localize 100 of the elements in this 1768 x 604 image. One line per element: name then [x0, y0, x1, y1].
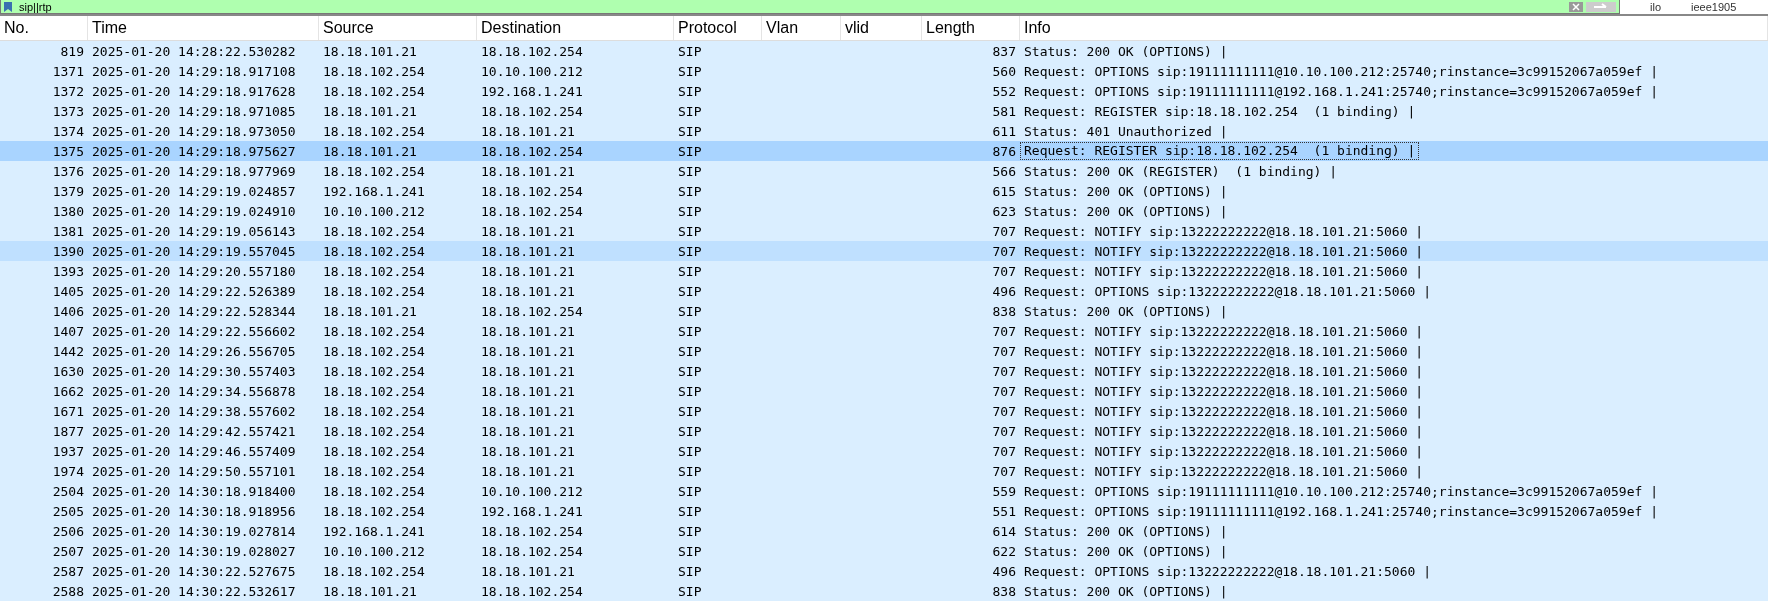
packet-row[interactable]: 1671 2025-01-20 14:29:38.557602 18.18.102.254 18.18.101.21 SIP 707 Request: NOTIFY sip:13222222222@18.18.101.21:5060 | — [0, 401, 1768, 421]
table-cell-text: 1877 — [51, 423, 85, 439]
packet-row[interactable]: 1405 2025-01-20 14:29:22.526389 18.18.102.254 18.18.101.21 SIP 496 Request: OPTIONS sip:13222222222@18.18.101.21:5060 | — [0, 281, 1768, 301]
display-filter-field[interactable]: sip||rtp — [0, 0, 1620, 14]
column-header[interactable]: Info — [1020, 16, 1768, 40]
table-cell-text: 192.168.1.241 — [480, 503, 584, 519]
table-cell-text: Status: 401 Unauthorized | — [1023, 123, 1229, 139]
table-cell-text: 1374 — [51, 123, 85, 139]
table-cell-text: 1375 — [51, 143, 85, 159]
table-cell-text: Request: NOTIFY sip:13222222222@18.18.101.21:5060 | — [1023, 403, 1425, 419]
table-cell-text: 10.10.100.212 — [480, 483, 584, 499]
packet-row[interactable]: 1371 2025-01-20 14:29:18.917108 18.18.102.254 10.10.100.212 SIP 560 Request: OPTIONS sip:19111111111@10.10.100.212:25740;rinstance=3c99152067a059ef | — [0, 61, 1768, 81]
packet-row[interactable]: 2587 2025-01-20 14:30:22.527675 18.18.102.254 18.18.101.21 SIP 496 Request: OPTIONS sip:13222222222@18.18.101.21:5060 | — [0, 561, 1768, 581]
table-cell-text: SIP — [677, 143, 703, 159]
table-cell-text: 2025-01-20 14:29:19.557045 — [91, 243, 297, 259]
filter-button[interactable]: ieee1905 — [1691, 1, 1737, 13]
packet-row[interactable]: 1374 2025-01-20 14:29:18.973050 18.18.102.254 18.18.101.21 SIP 611 Status: 401 Unauthorized | — [0, 121, 1768, 141]
packet-row[interactable]: 1390 2025-01-20 14:29:19.557045 18.18.102.254 18.18.101.21 SIP 707 Request: NOTIFY sip:13222222222@18.18.101.21:5060 | — [0, 241, 1768, 261]
table-cell-text: SIP — [677, 383, 703, 399]
packet-row[interactable]: 1630 2025-01-20 14:29:30.557403 18.18.102.254 18.18.101.21 SIP 707 Request: NOTIFY sip:13222222222@18.18.101.21:5060 | — [0, 361, 1768, 381]
clear-icon[interactable] — [1569, 1, 1583, 12]
table-cell-text: Status: 200 OK (OPTIONS) | — [1023, 523, 1229, 539]
table-cell-text: 18.18.102.254 — [322, 383, 426, 399]
table-cell-text: SIP — [677, 583, 703, 599]
bookmark-icon[interactable] — [3, 1, 13, 12]
table-cell-text: Status: 200 OK (OPTIONS) | — [1023, 583, 1229, 599]
column-header[interactable]: Protocol — [674, 16, 762, 40]
packet-row[interactable]: 1376 2025-01-20 14:29:18.977969 18.18.102.254 18.18.101.21 SIP 566 Status: 200 OK (REGISTER) (1 binding) | — [0, 161, 1768, 181]
table-cell-text: 18.18.102.254 — [322, 563, 426, 579]
packet-row[interactable]: 1662 2025-01-20 14:29:34.556878 18.18.102.254 18.18.101.21 SIP 707 Request: NOTIFY sip:13222222222@18.18.101.21:5060 | — [0, 381, 1768, 401]
table-cell-text: 192.168.1.241 — [480, 83, 584, 99]
packet-row[interactable]: 1372 2025-01-20 14:29:18.917628 18.18.102.254 192.168.1.241 SIP 552 Request: OPTIONS sip:19111111111@192.168.1.241:25740;rinstance=3c99152067a059ef | — [0, 81, 1768, 101]
packet-row[interactable]: 1380 2025-01-20 14:29:19.024910 10.10.100.212 18.18.102.254 SIP 623 Status: 200 OK (OPTIONS) | — [0, 201, 1768, 221]
table-cell-text: 2504 — [51, 483, 85, 499]
table-cell-text: 2025-01-20 14:30:22.527675 — [91, 563, 297, 579]
table-cell-text: Request: NOTIFY sip:13222222222@18.18.101.21:5060 | — [1023, 343, 1425, 359]
column-header[interactable]: Vlan — [762, 16, 841, 40]
packet-row[interactable]: 819 2025-01-20 14:28:22.530282 18.18.101.21 18.18.102.254 SIP 837 Status: 200 OK (OPTIONS) | — [0, 41, 1768, 61]
table-cell-text: 611 — [991, 123, 1017, 139]
table-cell-text: 496 — [991, 563, 1017, 579]
table-cell-text: 707 — [991, 403, 1017, 419]
table-cell-text: 10.10.100.212 — [322, 203, 426, 219]
table-cell-text: 496 — [991, 283, 1017, 299]
packet-row[interactable]: 2588 2025-01-20 14:30:22.532617 18.18.101.21 18.18.102.254 SIP 838 Status: 200 OK (OPTIONS) | — [0, 581, 1768, 601]
table-cell-text: Request: NOTIFY sip:13222222222@18.18.101.21:5060 | — [1023, 443, 1425, 459]
packet-row[interactable]: 1442 2025-01-20 14:29:26.556705 18.18.102.254 18.18.101.21 SIP 707 Request: NOTIFY sip:13222222222@18.18.101.21:5060 | — [0, 341, 1768, 361]
table-cell-text: 559 — [991, 483, 1017, 499]
table-cell-text: Request: NOTIFY sip:13222222222@18.18.101.21:5060 | — [1023, 243, 1425, 259]
table-cell-text: SIP — [677, 263, 703, 279]
packet-row[interactable]: 1393 2025-01-20 14:29:20.557180 18.18.102.254 18.18.101.21 SIP 707 Request: NOTIFY sip:13222222222@18.18.101.21:5060 | — [0, 261, 1768, 281]
table-cell-text: 18.18.102.254 — [322, 83, 426, 99]
packet-row[interactable]: 1373 2025-01-20 14:29:18.971085 18.18.101.21 18.18.102.254 SIP 581 Request: REGISTER sip:18.18.102.254 (1 binding) | — [0, 101, 1768, 121]
table-cell-text: 1630 — [51, 363, 85, 379]
table-cell-text: SIP — [677, 163, 703, 179]
packet-row[interactable]: 1877 2025-01-20 14:29:42.557421 18.18.102.254 18.18.101.21 SIP 707 Request: NOTIFY sip:13222222222@18.18.101.21:5060 | — [0, 421, 1768, 441]
table-cell-text: 10.10.100.212 — [480, 63, 584, 79]
table-cell-text: Request: NOTIFY sip:13222222222@18.18.101.21:5060 | — [1023, 263, 1425, 279]
table-cell-text: 707 — [991, 243, 1017, 259]
column-header[interactable]: Length — [922, 16, 1020, 40]
filter-button[interactable]: ilo — [1650, 1, 1661, 13]
table-cell-text: 18.18.101.21 — [480, 263, 576, 279]
table-cell-text: 1371 — [51, 63, 85, 79]
table-cell-text: Status: 200 OK (OPTIONS) | — [1023, 43, 1229, 59]
table-cell-text: 1390 — [51, 243, 85, 259]
table-cell-text: 18.18.101.21 — [480, 363, 576, 379]
table-cell-text: 18.18.101.21 — [480, 163, 576, 179]
table-cell-text: 2588 — [51, 583, 85, 599]
table-cell-text: Status: 200 OK (REGISTER) (1 binding) | — [1023, 163, 1339, 179]
column-header[interactable]: vlid — [841, 16, 922, 40]
table-cell-text: Request: NOTIFY sip:13222222222@18.18.101.21:5060 | — [1023, 423, 1425, 439]
column-header[interactable]: Destination — [477, 16, 674, 40]
packet-row[interactable]: 1937 2025-01-20 14:29:46.557409 18.18.102.254 18.18.101.21 SIP 707 Request: NOTIFY sip:13222222222@18.18.101.21:5060 | — [0, 441, 1768, 461]
table-cell-text: 192.168.1.241 — [322, 183, 426, 199]
table-cell-text: Request: REGISTER sip:18.18.102.254 (1 binding) | — [1023, 103, 1417, 119]
table-cell-text: SIP — [677, 83, 703, 99]
packet-row[interactable]: 2506 2025-01-20 14:30:19.027814 192.168.1.241 18.18.102.254 SIP 614 Status: 200 OK (OPTIONS) | — [0, 521, 1768, 541]
packet-row[interactable]: 1379 2025-01-20 14:29:19.024857 192.168.1.241 18.18.102.254 SIP 615 Status: 200 OK (OPTIONS) | — [0, 181, 1768, 201]
table-cell-text: 707 — [991, 383, 1017, 399]
packet-row[interactable]: 1974 2025-01-20 14:29:50.557101 18.18.102.254 18.18.101.21 SIP 707 Request: NOTIFY sip:13222222222@18.18.101.21:5060 | — [0, 461, 1768, 481]
table-cell-text: SIP — [677, 283, 703, 299]
table-cell-text: 18.18.102.254 — [322, 323, 426, 339]
packet-row[interactable]: 2505 2025-01-20 14:30:18.918956 18.18.102.254 192.168.1.241 SIP 551 Request: OPTIONS sip:19111111111@192.168.1.241:25740;rinstance=3c99152067a059ef | — [0, 501, 1768, 521]
table-cell-text: 2025-01-20 14:29:18.971085 — [91, 103, 297, 119]
table-cell-text: Status: 200 OK (OPTIONS) | — [1023, 303, 1229, 319]
column-header[interactable]: Time — [88, 16, 319, 40]
table-cell-text: 2025-01-20 14:30:19.028027 — [91, 543, 297, 559]
table-cell-text: SIP — [677, 183, 703, 199]
table-cell-text: 1379 — [51, 183, 85, 199]
column-header[interactable]: No. — [0, 16, 88, 40]
packet-row[interactable]: 1406 2025-01-20 14:29:22.528344 18.18.101.21 18.18.102.254 SIP 838 Status: 200 OK (OPTIONS) | — [0, 301, 1768, 321]
column-header[interactable]: Source — [319, 16, 477, 40]
table-cell-text: 18.18.102.254 — [322, 483, 426, 499]
packet-row[interactable]: 1407 2025-01-20 14:29:22.556602 18.18.102.254 18.18.101.21 SIP 707 Request: NOTIFY sip:13222222222@18.18.101.21:5060 | — [0, 321, 1768, 341]
packet-row[interactable]: 1375 2025-01-20 14:29:18.975627 18.18.101.21 18.18.102.254 SIP 876 Request: REGISTER sip:18.18.102.254 (1 binding) | — [0, 141, 1768, 161]
packet-row[interactable]: 2507 2025-01-20 14:30:19.028027 10.10.100.212 18.18.102.254 SIP 622 Status: 200 OK (OPTIONS) | — [0, 541, 1768, 561]
packet-row[interactable]: 1381 2025-01-20 14:29:19.056143 18.18.102.254 18.18.101.21 SIP 707 Request: NOTIFY sip:13222222222@18.18.101.21:5060 | — [0, 221, 1768, 241]
table-cell-text: 1671 — [51, 403, 85, 419]
table-cell-text: 1373 — [51, 103, 85, 119]
table-cell-text: 876 — [991, 143, 1017, 159]
packet-row[interactable]: 2504 2025-01-20 14:30:18.918400 18.18.102.254 10.10.100.212 SIP 559 Request: OPTIONS sip:19111111111@10.10.100.212:25740;rinstance=3c99152067a059ef | — [0, 481, 1768, 501]
